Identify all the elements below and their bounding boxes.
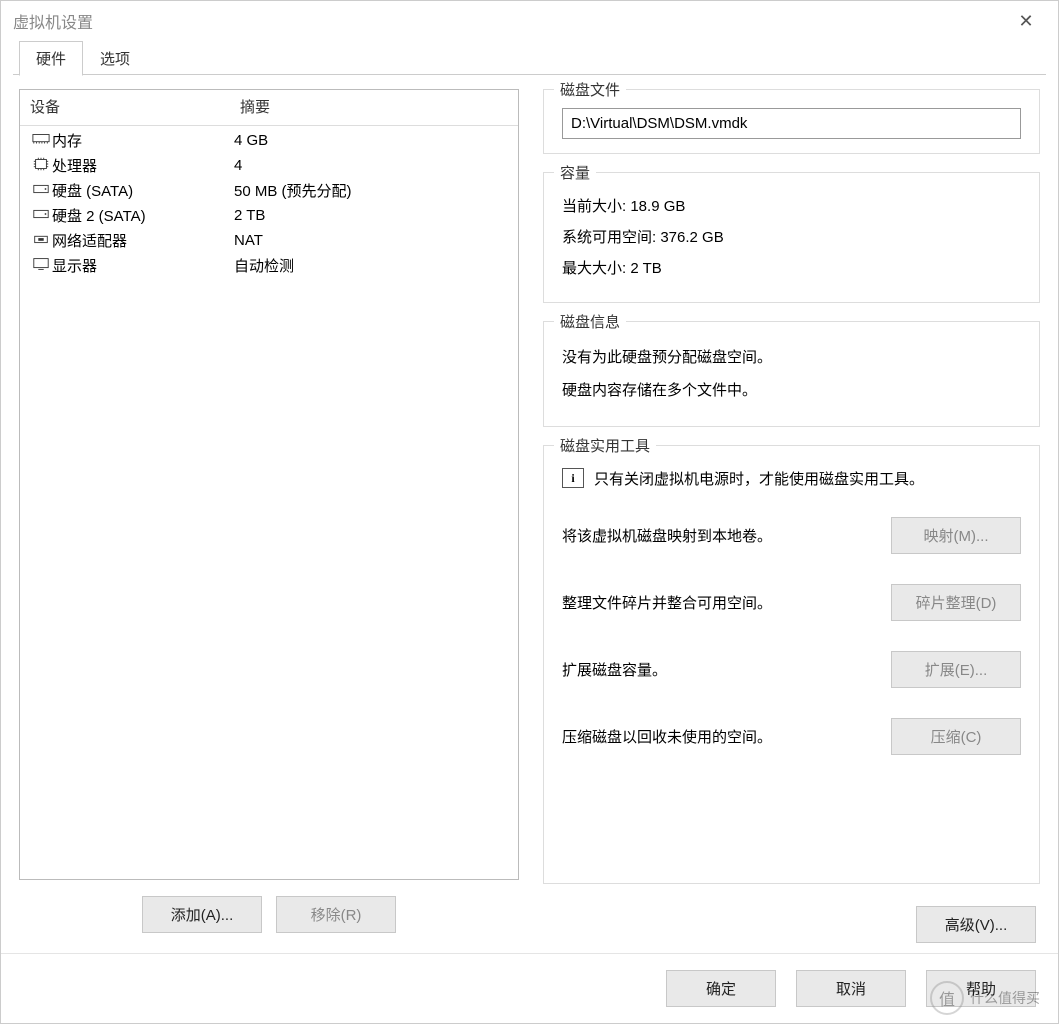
device-label: 网络适配器 (52, 230, 234, 251)
device-header-summary: 摘要 (240, 96, 270, 117)
tab-hardware[interactable]: 硬件 (19, 41, 83, 76)
ok-button[interactable]: 确定 (666, 970, 776, 1007)
device-summary: 自动检测 (234, 255, 508, 276)
info-icon: i (562, 468, 584, 488)
disk-icon (30, 207, 52, 224)
display-icon (30, 257, 52, 274)
network-icon (30, 232, 52, 249)
utilities-note: 只有关闭虚拟机电源时，才能使用磁盘实用工具。 (594, 468, 924, 489)
defrag-button[interactable]: 碎片整理(D) (891, 584, 1021, 621)
group-title-disk-file: 磁盘文件 (554, 79, 626, 100)
device-row-disk1[interactable]: 硬盘 (SATA) 50 MB (预先分配) (26, 178, 512, 203)
util-expand-desc: 扩展磁盘容量。 (562, 659, 891, 680)
cpu-icon (30, 157, 52, 174)
util-defrag-desc: 整理文件碎片并整合可用空间。 (562, 592, 891, 613)
device-row-memory[interactable]: 内存 4 GB (26, 128, 512, 153)
device-row-cpu[interactable]: 处理器 4 (26, 153, 512, 178)
group-disk-info: 磁盘信息 没有为此硬盘预分配磁盘空间。 硬盘内容存储在多个文件中。 (543, 321, 1040, 427)
memory-icon (30, 132, 52, 149)
device-table: 设备 摘要 内存 4 GB 处理器 (19, 89, 519, 880)
group-utilities: 磁盘实用工具 i 只有关闭虚拟机电源时，才能使用磁盘实用工具。 将该虚拟机磁盘映… (543, 445, 1040, 884)
tab-options[interactable]: 选项 (83, 41, 147, 75)
group-title-capacity: 容量 (554, 162, 596, 183)
group-title-utilities: 磁盘实用工具 (554, 435, 656, 456)
cancel-button[interactable]: 取消 (796, 970, 906, 1007)
device-summary: 4 (234, 157, 508, 174)
device-row-disk2[interactable]: 硬盘 2 (SATA) 2 TB (26, 203, 512, 228)
group-capacity: 容量 当前大小: 18.9 GB 系统可用空间: 376.2 GB 最大大小: … (543, 172, 1040, 303)
device-label: 处理器 (52, 155, 234, 176)
remove-button[interactable]: 移除(R) (276, 896, 396, 933)
help-button[interactable]: 帮助 (926, 970, 1036, 1007)
compact-button[interactable]: 压缩(C) (891, 718, 1021, 755)
device-summary: 50 MB (预先分配) (234, 180, 508, 201)
capacity-free-value: 376.2 GB (660, 229, 723, 246)
capacity-current-value: 18.9 GB (630, 198, 685, 215)
add-button[interactable]: 添加(A)... (142, 896, 262, 933)
util-map-desc: 将该虚拟机磁盘映射到本地卷。 (562, 525, 891, 546)
device-label: 硬盘 (SATA) (52, 180, 234, 201)
capacity-max-label: 最大大小: (562, 257, 626, 278)
device-label: 硬盘 2 (SATA) (52, 205, 234, 226)
close-icon[interactable]: ✕ (1006, 11, 1046, 32)
device-header-device: 设备 (30, 96, 240, 117)
expand-button[interactable]: 扩展(E)... (891, 651, 1021, 688)
device-summary: 2 TB (234, 207, 508, 224)
window-title: 虚拟机设置 (13, 9, 93, 33)
capacity-max-value: 2 TB (630, 260, 661, 277)
map-button[interactable]: 映射(M)... (891, 517, 1021, 554)
capacity-current-label: 当前大小: (562, 195, 626, 216)
device-summary: NAT (234, 232, 508, 249)
disk-info-line1: 没有为此硬盘预分配磁盘空间。 (562, 346, 1021, 367)
group-title-disk-info: 磁盘信息 (554, 311, 626, 332)
device-label: 显示器 (52, 255, 234, 276)
group-disk-file: 磁盘文件 D:\Virtual\DSM\DSM.vmdk (543, 89, 1040, 154)
util-compact-desc: 压缩磁盘以回收未使用的空间。 (562, 726, 891, 747)
device-row-display[interactable]: 显示器 自动检测 (26, 253, 512, 278)
device-row-network[interactable]: 网络适配器 NAT (26, 228, 512, 253)
disk-file-input[interactable]: D:\Virtual\DSM\DSM.vmdk (562, 108, 1021, 139)
disk-icon (30, 182, 52, 199)
device-summary: 4 GB (234, 132, 508, 149)
capacity-free-label: 系统可用空间: (562, 226, 656, 247)
disk-info-line2: 硬盘内容存储在多个文件中。 (562, 379, 1021, 400)
advanced-button[interactable]: 高级(V)... (916, 906, 1036, 943)
device-label: 内存 (52, 130, 234, 151)
